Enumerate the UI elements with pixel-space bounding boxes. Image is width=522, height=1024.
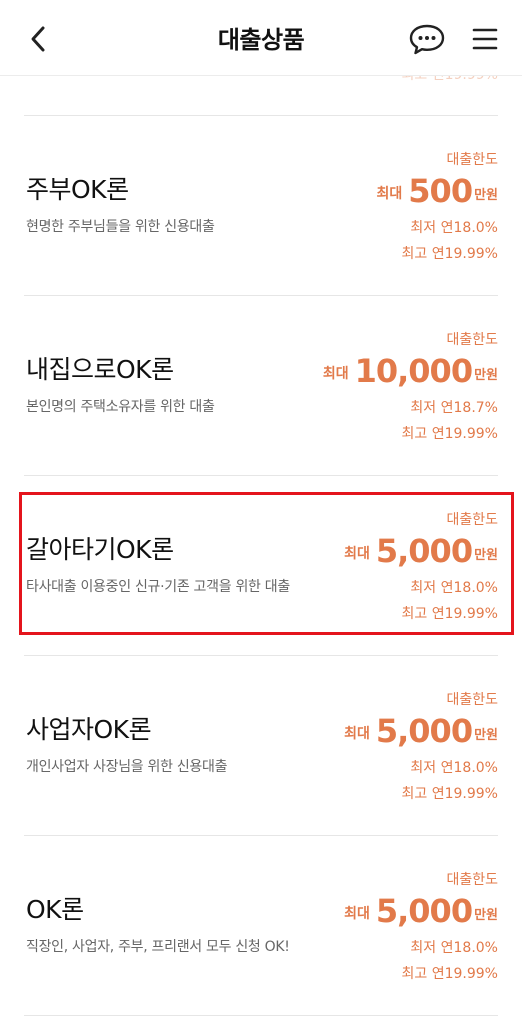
product-name: 사업자OK론 (26, 715, 152, 744)
product-item-ok-loan[interactable]: OK론 직장인, 사업자, 주부, 프리랜서 모두 신청 OK! 대출한도 최대… (24, 836, 498, 1015)
limit-label: 대출한도 (446, 152, 498, 168)
max-amount: 최대 5,000 만원 (344, 712, 498, 750)
product-item-refinance[interactable]: 갈아타기OK론 타사대출 이용중인 신규·기존 고객을 위한 대출 대출한도 최… (24, 476, 498, 655)
amount-value: 10,000 (354, 352, 473, 390)
min-rate: 최저 연18.0% (410, 940, 498, 956)
amount-value: 500 (408, 172, 473, 210)
amount-unit: 만원 (474, 728, 498, 743)
top-bar: 대출상품 (0, 0, 522, 76)
product-item-home[interactable]: 내집으로OK론 본인명의 주택소유자를 위한 대출 대출한도 최대 10,000… (24, 296, 498, 475)
amount-prefix: 최대 (322, 366, 349, 382)
limit-label: 대출한도 (446, 692, 498, 708)
amount-value: 5,000 (375, 532, 473, 570)
amount-value: 5,000 (375, 892, 473, 930)
product-description: 타사대출 이용중인 신규·기존 고객을 위한 대출 (26, 579, 290, 595)
divider (24, 1015, 498, 1016)
amount-prefix: 최대 (344, 906, 370, 922)
product-name: 주부OK론 (26, 175, 129, 204)
amount-unit: 만원 (474, 368, 498, 383)
max-rate: 최고 연19.99% (401, 426, 498, 442)
product-description: 현명한 주부님들을 위한 신용대출 (26, 219, 215, 235)
product-description: 개인사업자 사장님을 위한 신용대출 (26, 759, 228, 775)
product-list: 주부OK론 현명한 주부님들을 위한 신용대출 대출한도 최대 500 만원 최… (24, 115, 498, 1016)
limit-label: 대출한도 (446, 332, 498, 348)
amount-unit: 만원 (474, 908, 498, 923)
amount-prefix: 최대 (376, 186, 403, 202)
product-name: 내집으로OK론 (26, 355, 174, 384)
product-description: 직장인, 사업자, 주부, 프리랜서 모두 신청 OK! (26, 939, 290, 955)
chat-bubble-icon (409, 24, 445, 55)
min-rate: 최저 연18.0% (410, 220, 498, 236)
max-rate: 최고 연19.99% (401, 786, 498, 802)
hamburger-menu-icon (472, 28, 498, 50)
product-description: 본인명의 주택소유자를 위한 대출 (26, 399, 215, 415)
product-name: 갈아타기OK론 (26, 535, 174, 564)
max-rate: 최고 연19.99% (401, 966, 498, 982)
max-amount: 최대 5,000 만원 (344, 892, 498, 930)
amount-unit: 만원 (474, 548, 498, 563)
limit-label: 대출한도 (446, 512, 498, 528)
product-item-jubu[interactable]: 주부OK론 현명한 주부님들을 위한 신용대출 대출한도 최대 500 만원 최… (24, 116, 498, 295)
menu-button[interactable] (470, 24, 500, 54)
max-amount: 최대 5,000 만원 (344, 532, 498, 570)
amount-prefix: 최대 (344, 546, 370, 562)
product-name: OK론 (26, 895, 84, 924)
max-amount: 최대 10,000 만원 (323, 352, 498, 390)
max-rate: 최고 연19.99% (401, 606, 498, 622)
amount-unit: 만원 (474, 188, 498, 203)
min-rate: 최저 연18.7% (410, 400, 498, 416)
min-rate: 최저 연18.0% (410, 760, 498, 776)
product-item-business[interactable]: 사업자OK론 개인사업자 사장님을 위한 신용대출 대출한도 최대 5,000 … (24, 656, 498, 835)
amount-value: 5,000 (375, 712, 473, 750)
max-rate: 최고 연19.99% (401, 246, 498, 262)
chat-button[interactable] (408, 22, 446, 56)
max-amount: 최대 500 만원 (377, 172, 498, 210)
amount-prefix: 최대 (344, 726, 370, 742)
min-rate: 최저 연18.0% (410, 580, 498, 596)
limit-label: 대출한도 (446, 872, 498, 888)
